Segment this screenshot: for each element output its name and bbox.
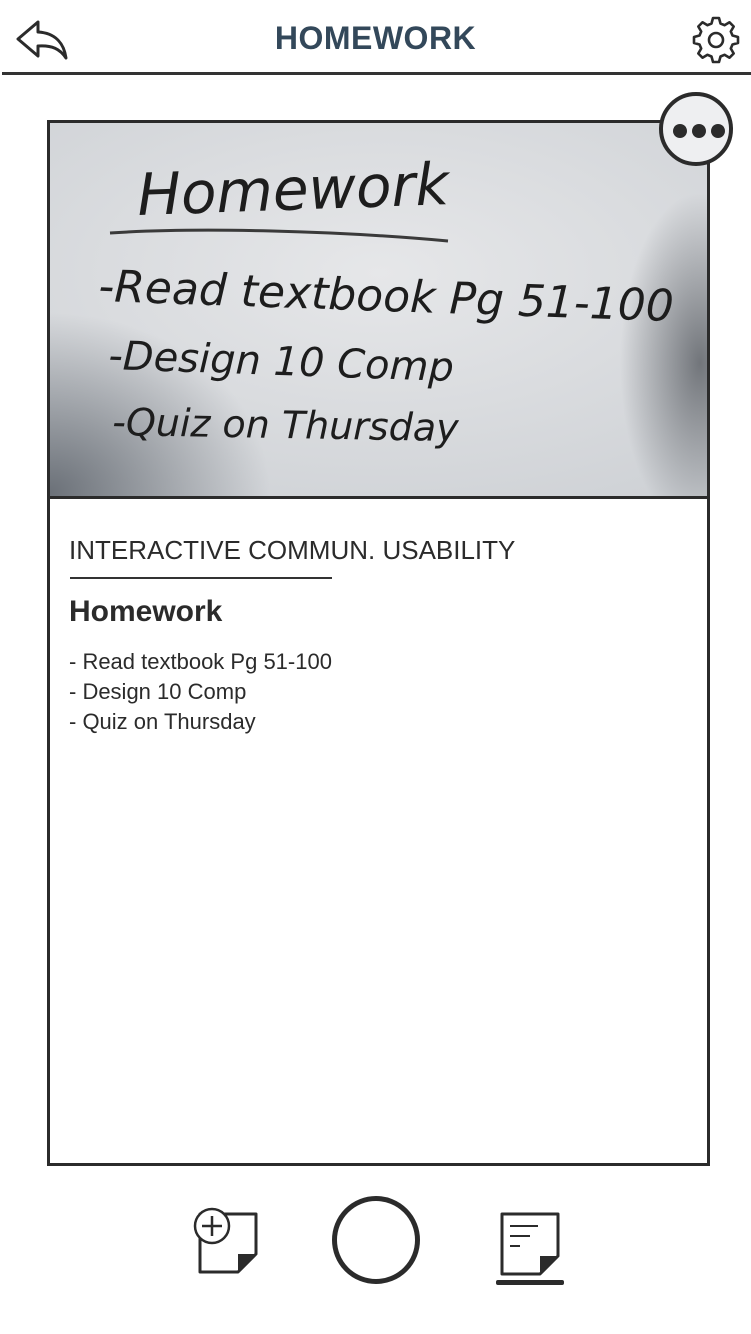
note-list-icon [496,1212,564,1285]
note-line: - Read textbook Pg 51-100 [69,649,332,674]
note-line: - Design 10 Comp [69,679,247,704]
note-card[interactable]: Homework -Read textbook Pg 51-100 -Desig… [47,120,710,1166]
more-horizontal-icon [711,124,725,138]
photo-line-1: -Read textbook Pg 51-100 [98,261,675,332]
more-options-button[interactable] [659,92,733,166]
photo-heading: Homework [136,150,452,229]
more-horizontal-icon [692,124,706,138]
more-horizontal-icon [673,124,687,138]
capture-button[interactable] [332,1196,420,1284]
photo-line-3: -Quiz on Thursday [112,400,460,450]
header-bar: HOMEWORK [0,0,751,75]
course-divider [70,577,332,579]
add-note-button[interactable] [192,1206,260,1274]
whiteboard-handwriting: Homework -Read textbook Pg 51-100 -Desig… [98,150,675,450]
note-line: - Quiz on Thursday [69,709,256,734]
note-title: Homework [69,595,223,628]
settings-button[interactable] [690,14,742,66]
app-screen: HOMEWORK Homework -Read textbook Pg 51-1… [0,0,751,1334]
whiteboard-photo[interactable]: Homework -Read textbook Pg 51-100 -Desig… [50,123,707,499]
note-body: - Read textbook Pg 51-100 - Design 10 Co… [69,647,332,737]
header-divider [2,72,751,75]
add-note-icon [193,1207,258,1274]
course-name: INTERACTIVE COMMUN. USABILITY [69,535,516,565]
photo-line-2: -Design 10 Comp [108,333,455,391]
notes-list-button[interactable] [494,1210,566,1286]
page-title: HOMEWORK [274,20,477,56]
gear-icon [692,16,740,64]
